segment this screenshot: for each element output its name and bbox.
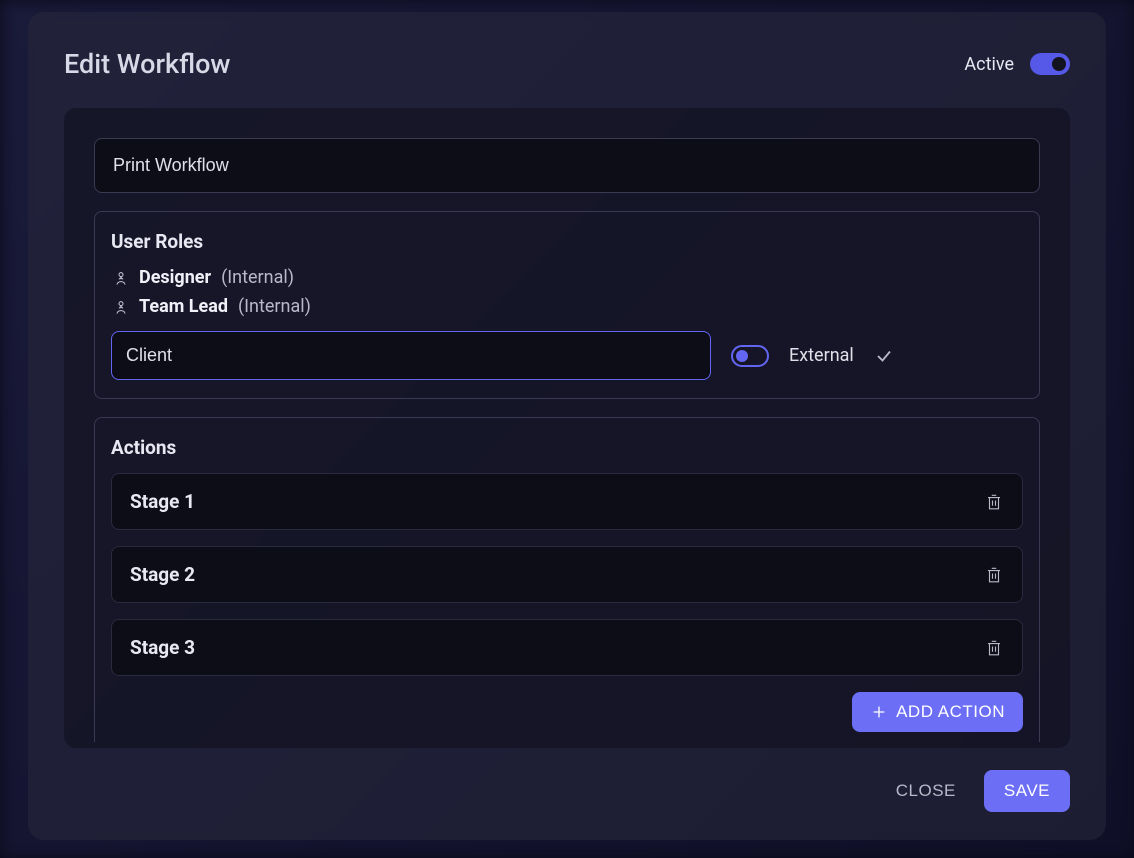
stage-title: Stage 3 (130, 636, 195, 659)
person-icon (113, 299, 129, 315)
external-label: External (789, 345, 854, 366)
role-scope: (Internal) (238, 296, 311, 317)
save-button[interactable]: SAVE (984, 770, 1070, 812)
role-scope: (Internal) (221, 267, 294, 288)
actions-title: Actions (111, 436, 1023, 459)
user-roles-section: User Roles Designer (Internal) Team Lead… (94, 211, 1040, 399)
role-row: Designer (Internal) (111, 267, 1023, 288)
add-action-wrap: ADD ACTION (111, 692, 1023, 732)
modal-body: User Roles Designer (Internal) Team Lead… (64, 108, 1070, 748)
stage-row[interactable]: Stage 1 (111, 473, 1023, 530)
modal-header: Edit Workflow Active (64, 48, 1070, 80)
close-button[interactable]: CLOSE (890, 771, 962, 811)
active-toggle-group: Active (964, 53, 1070, 75)
stage-row[interactable]: Stage 3 (111, 619, 1023, 676)
external-toggle[interactable] (731, 345, 769, 367)
confirm-role-button[interactable] (874, 346, 894, 366)
trash-icon[interactable] (984, 565, 1004, 585)
modal-title: Edit Workflow (64, 48, 230, 80)
workflow-name-input[interactable] (94, 138, 1040, 193)
role-row: Team Lead (Internal) (111, 296, 1023, 317)
external-toggle-knob (736, 350, 748, 362)
stage-title: Stage 1 (130, 490, 195, 513)
role-name: Team Lead (139, 296, 228, 317)
person-icon (113, 270, 129, 286)
add-action-label: ADD ACTION (896, 702, 1005, 722)
user-roles-title: User Roles (111, 230, 1023, 253)
stage-row[interactable]: Stage 2 (111, 546, 1023, 603)
stage-title: Stage 2 (130, 563, 195, 586)
active-label: Active (964, 54, 1014, 75)
new-role-input[interactable] (111, 331, 711, 380)
edit-workflow-modal: Edit Workflow Active User Roles Designer… (28, 12, 1106, 840)
trash-icon[interactable] (984, 638, 1004, 658)
active-toggle-knob (1052, 57, 1066, 71)
role-name: Designer (139, 267, 211, 288)
actions-section: Actions Stage 1 Stage 2 Stage 3 (94, 417, 1040, 742)
active-toggle[interactable] (1030, 53, 1070, 75)
add-action-button[interactable]: ADD ACTION (852, 692, 1023, 732)
modal-footer: CLOSE SAVE (64, 770, 1070, 812)
new-role-row: External (111, 331, 1023, 380)
trash-icon[interactable] (984, 492, 1004, 512)
plus-icon (870, 703, 888, 721)
